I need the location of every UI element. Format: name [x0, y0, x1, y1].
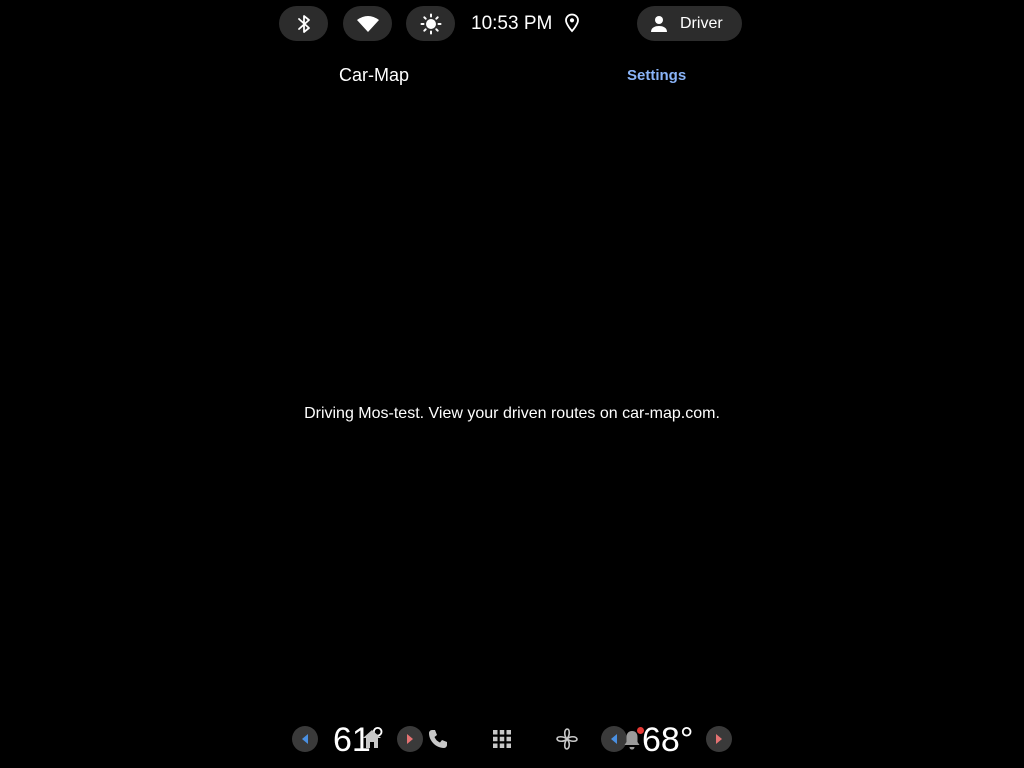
- chevron-left-icon: [611, 734, 617, 744]
- passenger-temp-increase-button[interactable]: [706, 726, 732, 752]
- chevron-right-icon: [407, 734, 413, 744]
- car-map-screen: 10:53 PM Driver Car-Map Settings Driving…: [0, 0, 1024, 768]
- fan-icon[interactable]: [555, 727, 579, 751]
- home-icon[interactable]: [361, 728, 383, 750]
- person-icon: [651, 15, 667, 32]
- bluetooth-button[interactable]: [279, 6, 328, 41]
- driver-temp-increase-button[interactable]: [397, 726, 423, 752]
- phone-icon[interactable]: [427, 728, 449, 750]
- apps-grid-icon[interactable]: [492, 729, 512, 749]
- chevron-right-icon: [716, 734, 722, 744]
- driving-status-message: Driving Mos-test. View your driven route…: [304, 405, 720, 422]
- chevron-left-icon: [302, 734, 308, 744]
- brightness-icon: [420, 13, 441, 34]
- clock-time: 10:53 PM: [471, 13, 553, 34]
- wifi-icon: [356, 15, 379, 32]
- app-title: Car-Map: [339, 65, 410, 85]
- settings-link[interactable]: Settings: [627, 67, 686, 84]
- passenger-temperature[interactable]: 68°: [642, 720, 693, 760]
- location-icon: [565, 13, 579, 33]
- bluetooth-icon: [297, 14, 310, 33]
- user-label: Driver: [680, 14, 723, 32]
- user-profile-button[interactable]: Driver: [637, 6, 742, 41]
- wifi-button[interactable]: [343, 6, 392, 41]
- brightness-button[interactable]: [406, 6, 455, 41]
- driver-temp-decrease-button[interactable]: [292, 726, 318, 752]
